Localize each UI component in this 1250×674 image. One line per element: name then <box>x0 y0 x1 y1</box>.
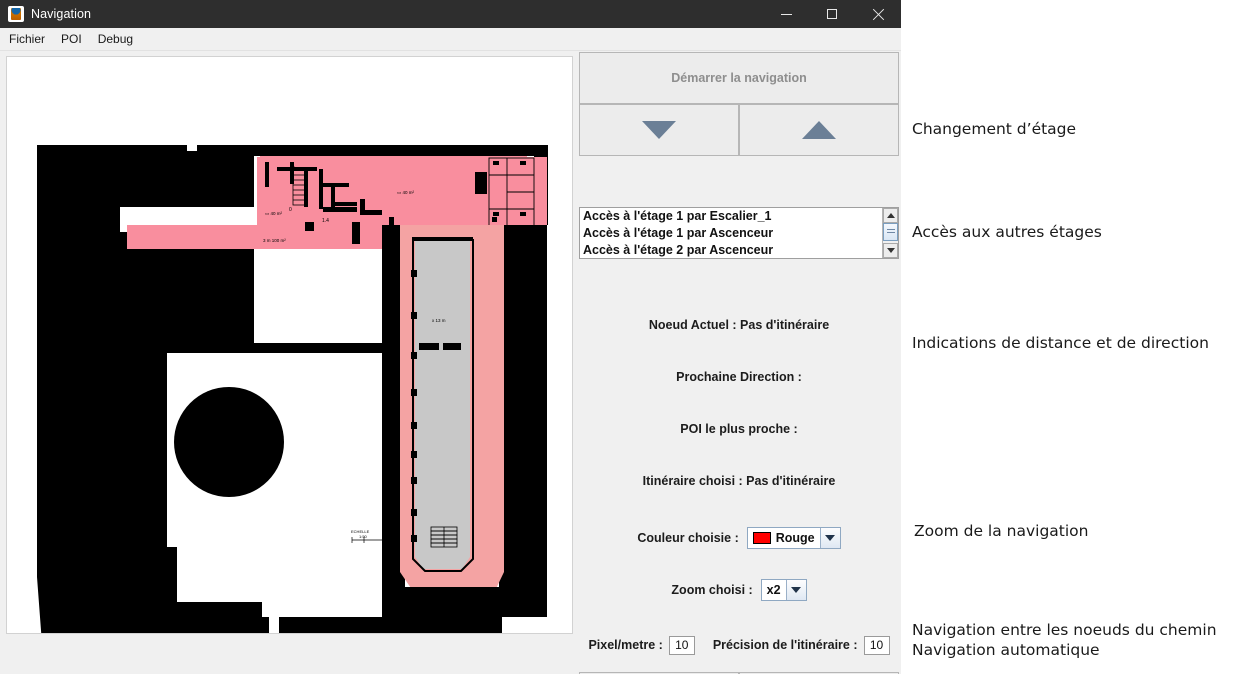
annotation-distance-direction: Indications de distance et de direction <box>912 334 1209 352</box>
zoom-combobox-value: x2 <box>761 580 786 600</box>
minimize-button[interactable] <box>763 0 809 28</box>
list-item[interactable]: Accès à l'étage 2 par Ascenceur <box>580 242 882 258</box>
current-node-label: Noeud Actuel : Pas d'itinéraire <box>648 318 830 332</box>
parameters-row: Pixel/metre : 10 Précision de l'itinérai… <box>579 634 899 656</box>
annotation-other-floors-access: Accès aux autres étages <box>912 223 1102 241</box>
java-coffee-cup-icon <box>8 6 24 22</box>
screenshot-root: Navigation Fichier POI Debug 2 0 1.4 ▭ 4… <box>0 0 1250 674</box>
next-direction-label: Prochaine Direction : <box>676 370 802 384</box>
svg-text:1.4: 1.4 <box>322 218 329 224</box>
menu-bar: Fichier POI Debug <box>0 28 901 51</box>
menu-item-poi[interactable]: POI <box>54 30 89 48</box>
chevron-up-icon <box>886 213 895 218</box>
maximize-icon <box>827 9 837 19</box>
scrollbar-thumb[interactable] <box>883 223 898 241</box>
zoom-label: Zoom choisi : <box>671 583 753 597</box>
color-row: Couleur choisie : Rouge <box>579 526 899 550</box>
svg-text:x 13 m: x 13 m <box>432 318 446 323</box>
floor-down-button[interactable] <box>579 104 739 156</box>
list-item[interactable]: Accès à l'étage 1 par Escalier_1 <box>580 208 882 225</box>
scroll-up-button[interactable] <box>883 208 898 223</box>
scroll-down-button[interactable] <box>883 243 898 258</box>
other-floors-access-list[interactable]: Accès à l'étage 1 par Escalier_1 Accès à… <box>580 208 882 258</box>
arrow-up-icon <box>802 121 836 139</box>
floor-plan-svg: 2 0 1.4 ▭ 40 m² ▭ 40 m² 3 m 100 m² x 13 … <box>7 57 572 633</box>
nearest-poi-label: POI le plus proche : <box>680 422 798 436</box>
chosen-route-label: Itinéraire choisi : Pas d'itinéraire <box>642 474 836 488</box>
list-scrollbar[interactable] <box>882 208 898 258</box>
navigation-control-panel: Démarrer la navigation Etage actuel : RD… <box>578 52 900 674</box>
annotation-node-navigation: Navigation entre les noeuds du chemin Na… <box>912 621 1217 659</box>
zoom-combobox-arrow-button[interactable] <box>785 580 806 600</box>
list-item[interactable]: Accès à l'étage 1 par Ascenceur <box>580 225 882 242</box>
svg-text:▭ 40 m²: ▭ 40 m² <box>397 190 415 195</box>
color-combobox-value: Rouge <box>747 528 820 548</box>
zoom-row: Zoom choisi : x2 <box>579 578 899 602</box>
color-value-text: Rouge <box>775 531 815 545</box>
color-label: Couleur choisie : <box>637 531 739 545</box>
zoom-combobox[interactable]: x2 <box>760 579 807 601</box>
precision-input[interactable]: 10 <box>863 635 890 655</box>
floor-up-button[interactable] <box>739 104 899 156</box>
svg-text:0: 0 <box>289 207 292 213</box>
start-navigation-button[interactable]: Démarrer la navigation <box>579 52 899 104</box>
other-floors-access-scrollpane[interactable]: Accès à l'étage 1 par Escalier_1 Accès à… <box>579 207 899 259</box>
chevron-down-icon <box>791 587 802 593</box>
chevron-down-icon <box>886 248 895 253</box>
close-icon <box>872 8 884 20</box>
window-controls <box>763 0 901 28</box>
svg-text:▭ 40 m²: ▭ 40 m² <box>265 211 283 216</box>
svg-text:2: 2 <box>292 166 295 172</box>
color-combobox[interactable]: Rouge <box>746 527 841 549</box>
maximize-button[interactable] <box>809 0 855 28</box>
svg-text:1:50: 1:50 <box>359 534 368 539</box>
title-bar: Navigation <box>0 0 901 28</box>
arrow-down-icon <box>642 121 676 139</box>
color-combobox-arrow-button[interactable] <box>819 528 840 548</box>
pixel-per-meter-input[interactable]: 10 <box>668 635 695 655</box>
navigation-app-window: Navigation Fichier POI Debug 2 0 1.4 ▭ 4… <box>0 0 901 674</box>
pixel-per-meter-label: Pixel/metre : <box>588 638 663 652</box>
close-button[interactable] <box>855 0 901 28</box>
menu-item-fichier[interactable]: Fichier <box>2 30 52 48</box>
color-swatch-icon <box>752 532 771 544</box>
annotation-navigation-zoom: Zoom de la navigation <box>914 522 1089 540</box>
menu-item-debug[interactable]: Debug <box>91 30 140 48</box>
annotation-floor-change: Changement d’étage <box>912 120 1077 138</box>
chevron-down-icon <box>825 535 836 541</box>
minimize-icon <box>780 13 792 15</box>
svg-text:3 m 100 m²: 3 m 100 m² <box>263 238 286 243</box>
precision-label: Précision de l'itinéraire : <box>712 638 858 652</box>
window-title: Navigation <box>31 7 92 21</box>
floor-plan-map-panel[interactable]: 2 0 1.4 ▭ 40 m² ▭ 40 m² 3 m 100 m² x 13 … <box>6 56 573 634</box>
